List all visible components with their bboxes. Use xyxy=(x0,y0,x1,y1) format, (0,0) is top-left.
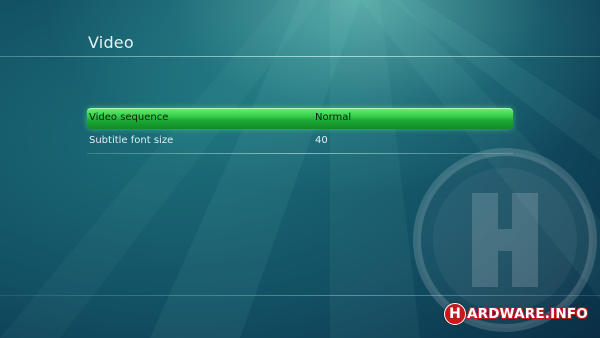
brand-text: ARDWARE.INFO xyxy=(467,306,588,322)
page-title: Video xyxy=(88,33,134,52)
title-divider xyxy=(0,56,600,57)
setting-value: Normal xyxy=(315,112,352,123)
setting-value: 40 xyxy=(315,135,328,146)
setting-label: Video sequence xyxy=(89,112,169,123)
brand-h-badge-icon: H xyxy=(444,303,466,325)
settings-list: Video sequence Normal Subtitle font size… xyxy=(87,108,513,154)
hardware-info-logo: H ARDWARE.INFO xyxy=(444,302,588,326)
setting-label: Subtitle font size xyxy=(89,135,174,146)
setting-row-video-sequence[interactable]: Video sequence Normal xyxy=(87,108,513,129)
video-settings-screen: Video Video sequence Normal Subtitle fon… xyxy=(0,0,600,338)
bottom-divider xyxy=(0,295,600,296)
setting-row-subtitle-font-size[interactable]: Subtitle font size 40 xyxy=(87,131,513,154)
